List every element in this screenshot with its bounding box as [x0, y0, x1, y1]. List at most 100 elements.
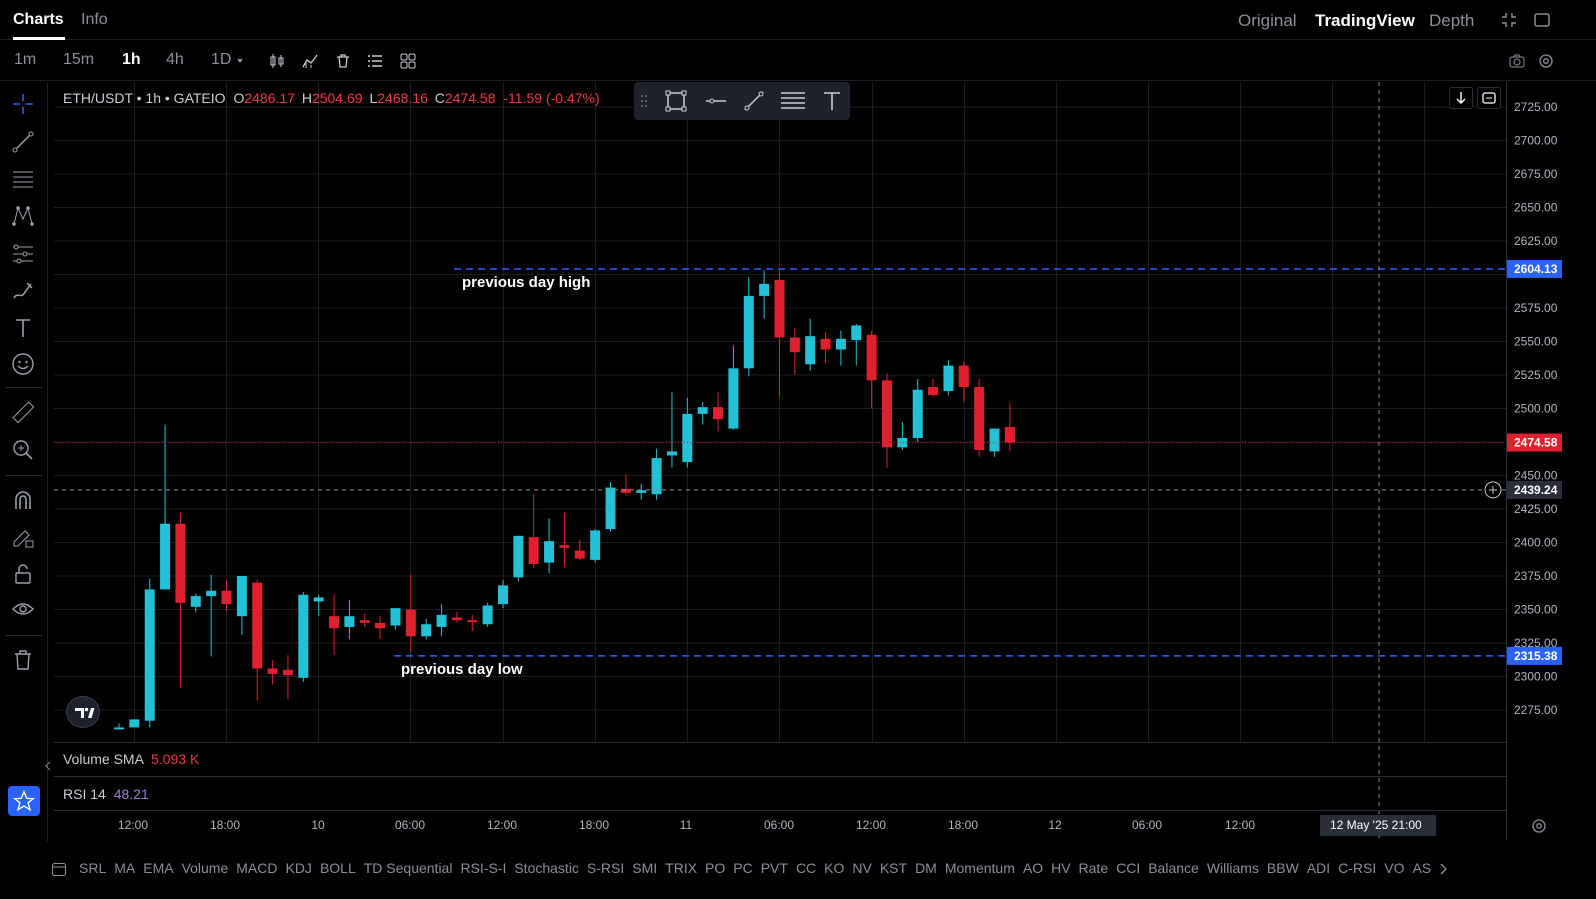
- indicator-dm[interactable]: DM: [915, 860, 937, 876]
- indicator-s-rsi[interactable]: S-RSI: [587, 860, 624, 876]
- time-tick-label: 18:00: [947, 818, 979, 832]
- favorites-button[interactable]: [8, 786, 40, 816]
- window-icon[interactable]: [1533, 11, 1551, 29]
- rsi-label[interactable]: RSI 14: [63, 786, 106, 802]
- visibility-icon[interactable]: [11, 597, 35, 621]
- indicator-nv[interactable]: NV: [852, 860, 871, 876]
- brush-icon[interactable]: [11, 279, 35, 303]
- indicator-momentum[interactable]: Momentum: [945, 860, 1015, 876]
- list-icon[interactable]: [367, 53, 383, 69]
- pane-divider[interactable]: [54, 742, 1506, 743]
- text-icon[interactable]: [820, 89, 844, 113]
- fullscreen-icon[interactable]: [1500, 11, 1518, 29]
- interval-15m[interactable]: 15m: [63, 51, 94, 69]
- magnet-icon[interactable]: [11, 488, 35, 512]
- indicator-po[interactable]: PO: [705, 860, 725, 876]
- ray-line-icon[interactable]: [742, 89, 766, 113]
- settings-icon[interactable]: [1538, 53, 1554, 69]
- drag-handle-icon[interactable]: [640, 94, 648, 108]
- indicator-kst[interactable]: KST: [880, 860, 907, 876]
- crosshair-icon[interactable]: [11, 92, 35, 116]
- candlestick-type-icon[interactable]: [269, 53, 285, 69]
- indicator-boll[interactable]: BOLL: [320, 860, 356, 876]
- scroll-to-latest-button[interactable]: [1449, 87, 1473, 109]
- tab-charts[interactable]: Charts: [13, 11, 64, 29]
- indicator-pvt[interactable]: PVT: [761, 860, 788, 876]
- calendar-icon[interactable]: [51, 861, 67, 877]
- interval-1m[interactable]: 1m: [14, 51, 36, 69]
- indicator-williams[interactable]: Williams: [1207, 860, 1259, 876]
- volume-label[interactable]: Volume SMA: [63, 751, 143, 767]
- indicator-vo[interactable]: VO: [1384, 860, 1404, 876]
- indicator-rate[interactable]: Rate: [1079, 860, 1109, 876]
- camera-icon[interactable]: [1509, 53, 1525, 69]
- tab-info[interactable]: Info: [81, 11, 108, 29]
- view-original[interactable]: Original: [1238, 11, 1297, 31]
- star-icon: [13, 790, 35, 812]
- price-axis[interactable]: 2725.00 2700.00 2675.00 2650.00 2625.00 2575.…: [1506, 82, 1596, 840]
- tradingview-logo[interactable]: [66, 696, 100, 728]
- chevron-right-icon[interactable]: [1438, 862, 1448, 876]
- projection-icon[interactable]: [11, 242, 35, 266]
- chevron-down-icon[interactable]: [235, 56, 245, 66]
- annotation-previous-day-high[interactable]: previous day high: [462, 274, 590, 291]
- lock-drawing-icon[interactable]: [11, 525, 35, 549]
- indicator-c-rsi[interactable]: C-RSI: [1338, 860, 1376, 876]
- indicator-rsi-s-i[interactable]: RSI-S-I: [460, 860, 506, 876]
- time-axis-settings-icon[interactable]: [1530, 817, 1548, 835]
- emoji-icon[interactable]: [11, 352, 35, 376]
- indicator-smi[interactable]: SMI: [632, 860, 657, 876]
- indicator-as[interactable]: AS: [1412, 860, 1431, 876]
- zoom-in-icon[interactable]: [11, 438, 35, 462]
- trend-line-icon[interactable]: [11, 130, 35, 154]
- text-tool-icon[interactable]: [11, 316, 35, 340]
- view-depth[interactable]: Depth: [1429, 11, 1474, 31]
- indicator-ao[interactable]: AO: [1023, 860, 1043, 876]
- unlock-icon[interactable]: [11, 562, 35, 586]
- indicator-pc[interactable]: PC: [733, 860, 752, 876]
- interval-1h[interactable]: 1h: [122, 51, 141, 69]
- ruler-icon[interactable]: [11, 400, 35, 424]
- indicator-ema[interactable]: EMA: [143, 860, 173, 876]
- indicator-ma[interactable]: MA: [114, 860, 135, 876]
- indicator-macd[interactable]: MACD: [236, 860, 277, 876]
- layout-grid-icon[interactable]: [400, 53, 416, 69]
- indicator-adi[interactable]: ADI: [1307, 860, 1330, 876]
- candle: [129, 719, 140, 728]
- indicator-cci[interactable]: CCI: [1116, 860, 1140, 876]
- indicator-volume[interactable]: Volume: [182, 860, 229, 876]
- indicator-hv[interactable]: HV: [1051, 860, 1070, 876]
- indicator-cc[interactable]: CC: [796, 860, 816, 876]
- pane-divider[interactable]: [54, 810, 1506, 811]
- trash-icon[interactable]: [335, 53, 351, 69]
- candle: [620, 474, 631, 496]
- rectangle-tool-icon[interactable]: [664, 89, 688, 113]
- collapse-sidebar-icon[interactable]: [44, 760, 52, 772]
- indicator-kdj[interactable]: KDJ: [285, 860, 311, 876]
- interval-4h[interactable]: 4h: [166, 51, 184, 69]
- indicator-ko[interactable]: KO: [824, 860, 844, 876]
- fib-lines-icon[interactable]: [11, 167, 35, 191]
- candle: [221, 580, 232, 611]
- indicator-bbw[interactable]: BBW: [1267, 860, 1299, 876]
- indicator-balance[interactable]: Balance: [1148, 860, 1199, 876]
- indicators-icon[interactable]: [302, 53, 318, 69]
- price-chart[interactable]: [54, 82, 1506, 840]
- indicator-trix[interactable]: TRIX: [665, 860, 697, 876]
- symbol-label[interactable]: ETH/USDT • 1h • GATEIO: [63, 90, 226, 106]
- remove-drawings-icon[interactable]: [11, 648, 35, 672]
- price-tick-label: 2650.00: [1514, 201, 1558, 215]
- indicator-srl[interactable]: SRL: [79, 860, 106, 876]
- reset-chart-button[interactable]: [1477, 87, 1501, 109]
- horizontal-line-icon[interactable]: [704, 89, 728, 113]
- annotation-previous-day-low[interactable]: previous day low: [401, 661, 523, 678]
- top-header: Charts Info Original TradingView Depth: [0, 0, 1596, 40]
- indicator-stochastic[interactable]: Stochastic: [514, 860, 579, 876]
- pattern-icon[interactable]: [11, 204, 35, 228]
- parallel-channel-icon[interactable]: [780, 89, 806, 113]
- price-tick-label: 2500.00: [1514, 402, 1558, 416]
- view-tradingview[interactable]: TradingView: [1315, 11, 1415, 31]
- pane-divider[interactable]: [54, 776, 1506, 777]
- indicator-td-sequential[interactable]: TD Sequential: [364, 860, 453, 876]
- interval-1d[interactable]: 1D: [211, 51, 231, 69]
